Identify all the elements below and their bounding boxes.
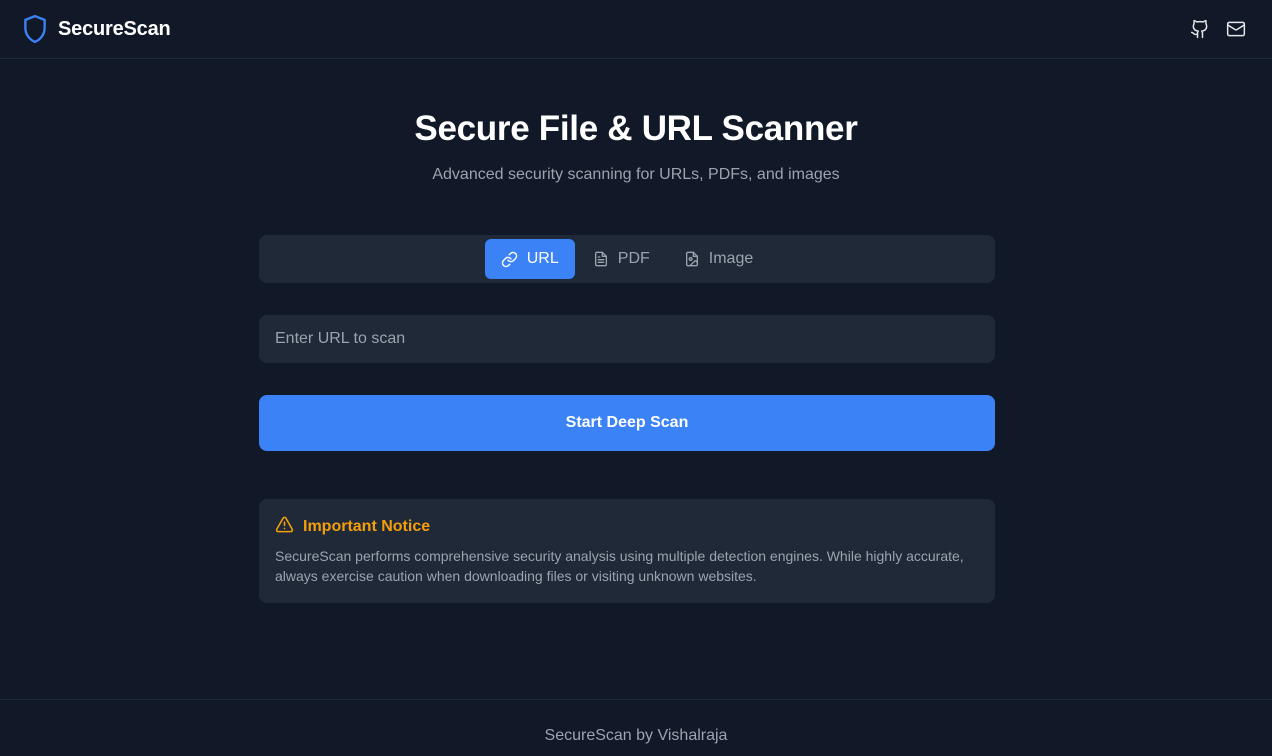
brand[interactable]: SecureScan bbox=[22, 14, 171, 44]
page-subtitle: Advanced security scanning for URLs, PDF… bbox=[432, 166, 840, 183]
start-scan-button[interactable]: Start Deep Scan bbox=[259, 395, 995, 451]
warning-icon bbox=[275, 515, 294, 539]
page-title: Secure File & URL Scanner bbox=[414, 109, 858, 148]
footer-credit: SecureScan by Vishalraja bbox=[544, 727, 728, 744]
github-icon[interactable] bbox=[1190, 19, 1210, 39]
document-icon bbox=[593, 251, 609, 267]
shield-icon bbox=[22, 14, 48, 44]
notice-header: Important Notice bbox=[275, 516, 979, 538]
tab-url[interactable]: URL bbox=[484, 239, 575, 279]
top-navbar: SecureScan bbox=[0, 0, 1272, 59]
link-icon bbox=[501, 251, 518, 268]
tab-label: Image bbox=[708, 250, 754, 267]
notice-panel: Important Notice SecureScan performs com… bbox=[259, 499, 995, 603]
notice-title: Important Notice bbox=[303, 518, 431, 535]
tab-label: PDF bbox=[617, 250, 650, 267]
url-input[interactable] bbox=[259, 315, 995, 363]
main-content: Secure File & URL Scanner Advanced secur… bbox=[0, 59, 1272, 699]
notice-body: SecureScan performs comprehensive securi… bbox=[275, 548, 964, 584]
mail-icon[interactable] bbox=[1226, 19, 1246, 39]
scan-type-tabs: URL PDF Image bbox=[259, 235, 995, 283]
brand-name: SecureScan bbox=[58, 17, 171, 40]
image-file-icon bbox=[684, 251, 700, 267]
tab-image[interactable]: Image bbox=[668, 239, 769, 279]
footer: SecureScan by Vishalraja bbox=[0, 699, 1272, 756]
tab-pdf[interactable]: PDF bbox=[577, 239, 666, 279]
header-actions bbox=[1190, 19, 1246, 39]
tab-label: URL bbox=[526, 250, 559, 267]
